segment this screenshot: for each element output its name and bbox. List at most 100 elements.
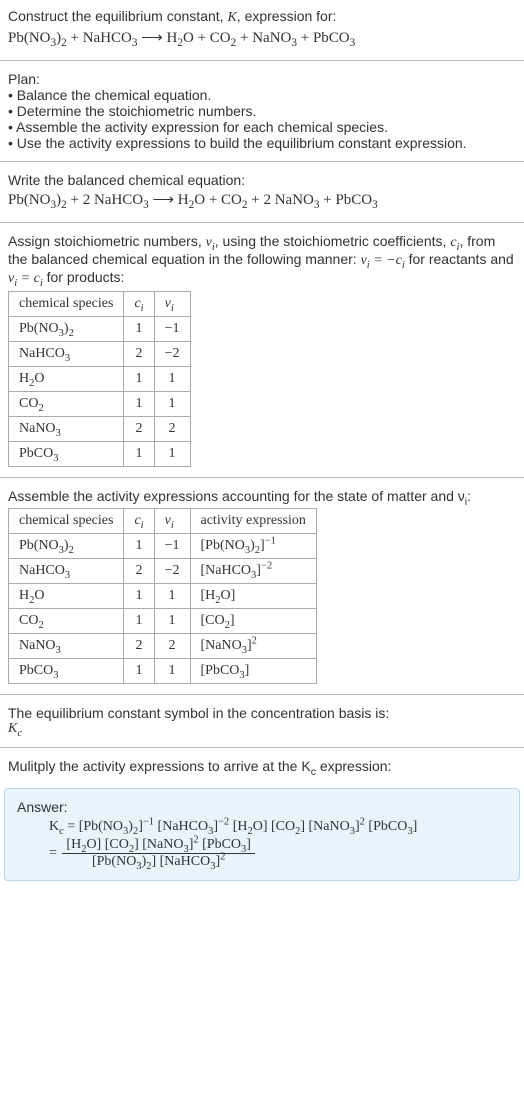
cell: 1 — [124, 659, 154, 684]
col-species: chemical species — [9, 509, 124, 534]
divider — [0, 747, 524, 748]
plan-item: • Balance the chemical equation. — [8, 87, 516, 103]
answer-label: Answer: — [17, 799, 507, 815]
cell: 1 — [124, 317, 154, 342]
cell: [PbCO3] — [190, 659, 316, 684]
cell: NaNO3 — [9, 634, 124, 659]
cell: 2 — [154, 417, 190, 442]
cell: [NaHCO3]−2 — [190, 559, 316, 584]
answer-equals: = — [49, 846, 60, 861]
cell: CO2 — [9, 609, 124, 634]
cell: 1 — [124, 442, 154, 467]
table-row: NaNO322[NaNO3]2 — [9, 634, 317, 659]
cell: Pb(NO3)2 — [9, 317, 124, 342]
cell: 2 — [124, 417, 154, 442]
intro-prefix: Construct the equilibrium constant, — [8, 8, 227, 24]
eq-symbol: Kc — [8, 721, 516, 737]
activity-block: Assemble the activity expressions accoun… — [0, 480, 524, 692]
intro-block: Construct the equilibrium constant, K, e… — [0, 0, 524, 58]
table-row: NaNO322 — [9, 417, 191, 442]
col-ci: ci — [124, 509, 154, 534]
stoich-text: Assign stoichiometric numbers, νi, using… — [8, 233, 516, 287]
cell: 1 — [154, 609, 190, 634]
cell: [NaNO3]2 — [190, 634, 316, 659]
eq-symbol-block: The equilibrium constant symbol in the c… — [0, 697, 524, 745]
table-row: H2O11 — [9, 367, 191, 392]
table-row: PbCO311 — [9, 442, 191, 467]
stoich-table: chemical species ci νi Pb(NO3)21−1 NaHCO… — [8, 291, 191, 467]
table-row: PbCO311[PbCO3] — [9, 659, 317, 684]
answer-line1: Kc = [Pb(NO3)2]−1 [NaHCO3]−2 [H2O] [CO2]… — [49, 819, 507, 835]
cell: NaHCO3 — [9, 342, 124, 367]
cell: CO2 — [9, 392, 124, 417]
plan-block: Plan: • Balance the chemical equation. •… — [0, 63, 524, 159]
answer-box: Answer: Kc = [Pb(NO3)2]−1 [NaHCO3]−2 [H2… — [4, 788, 520, 881]
activity-heading: Assemble the activity expressions accoun… — [8, 488, 516, 504]
cell: 1 — [154, 442, 190, 467]
cell: H2O — [9, 367, 124, 392]
cell: −1 — [154, 534, 190, 559]
col-nui: νi — [154, 509, 190, 534]
multiply-block: Mulitply the activity expressions to arr… — [0, 750, 524, 782]
cell: PbCO3 — [9, 442, 124, 467]
stoich-text-part: , using the stoichiometric coefficients, — [215, 233, 451, 249]
table-row: Pb(NO3)21−1 — [9, 317, 191, 342]
cell: NaNO3 — [9, 417, 124, 442]
table-header-row: chemical species ci νi — [9, 292, 191, 317]
cell: 2 — [154, 634, 190, 659]
balanced-block: Write the balanced chemical equation: Pb… — [0, 164, 524, 220]
fraction-denominator: [Pb(NO3)2] [NaHCO3]2 — [62, 854, 255, 870]
intro-equation: Pb(NO3)2 + NaHCO3 ⟶ H2O + CO2 + NaNO3 + … — [8, 26, 516, 50]
cell: 1 — [154, 584, 190, 609]
cell: 1 — [124, 367, 154, 392]
table-row: NaHCO32−2[NaHCO3]−2 — [9, 559, 317, 584]
plan-item: • Use the activity expressions to build … — [8, 135, 516, 151]
intro-line1: Construct the equilibrium constant, K, e… — [8, 8, 516, 26]
answer-fraction: [H2O] [CO2] [NaNO3]2 [PbCO3] [Pb(NO3)2] … — [62, 837, 255, 870]
cell: 1 — [124, 392, 154, 417]
intro-K: K — [227, 10, 236, 25]
cell: PbCO3 — [9, 659, 124, 684]
cell: 1 — [124, 609, 154, 634]
stoich-rel: νi = ci — [8, 271, 43, 286]
divider — [0, 60, 524, 61]
stoich-rel: νi = −ci — [361, 253, 405, 268]
cell: −2 — [154, 342, 190, 367]
cell: 1 — [124, 584, 154, 609]
divider — [0, 694, 524, 695]
stoich-text-part: for reactants and — [405, 251, 514, 267]
stoich-text-part: Assign stoichiometric numbers, — [8, 233, 206, 249]
activity-table: chemical species ci νi activity expressi… — [8, 508, 317, 684]
divider — [0, 161, 524, 162]
col-nui: νi — [154, 292, 190, 317]
cell: NaHCO3 — [9, 559, 124, 584]
col-ci: ci — [124, 292, 154, 317]
cell: 1 — [124, 534, 154, 559]
cell: [H2O] — [190, 584, 316, 609]
cell: 1 — [154, 367, 190, 392]
fraction-numerator: [H2O] [CO2] [NaNO3]2 [PbCO3] — [62, 837, 255, 854]
table-row: CO211[CO2] — [9, 609, 317, 634]
plan-heading: Plan: — [8, 71, 516, 87]
table-row: H2O11[H2O] — [9, 584, 317, 609]
stoich-nu: νi — [206, 235, 215, 250]
cell: 1 — [154, 659, 190, 684]
cell: 1 — [154, 392, 190, 417]
stoich-text-part: for products: — [43, 269, 125, 285]
col-species: chemical species — [9, 292, 124, 317]
divider — [0, 477, 524, 478]
intro-suffix: , expression for: — [237, 8, 337, 24]
plan-item: • Determine the stoichiometric numbers. — [8, 103, 516, 119]
balanced-heading: Write the balanced chemical equation: — [8, 172, 516, 188]
cell: [CO2] — [190, 609, 316, 634]
cell: H2O — [9, 584, 124, 609]
eq-symbol-line1: The equilibrium constant symbol in the c… — [8, 705, 516, 721]
cell: −2 — [154, 559, 190, 584]
divider — [0, 222, 524, 223]
cell: 2 — [124, 559, 154, 584]
cell: [Pb(NO3)2]−1 — [190, 534, 316, 559]
plan-item: • Assemble the activity expression for e… — [8, 119, 516, 135]
cell: Pb(NO3)2 — [9, 534, 124, 559]
table-row: Pb(NO3)21−1[Pb(NO3)2]−1 — [9, 534, 317, 559]
stoich-block: Assign stoichiometric numbers, νi, using… — [0, 225, 524, 475]
